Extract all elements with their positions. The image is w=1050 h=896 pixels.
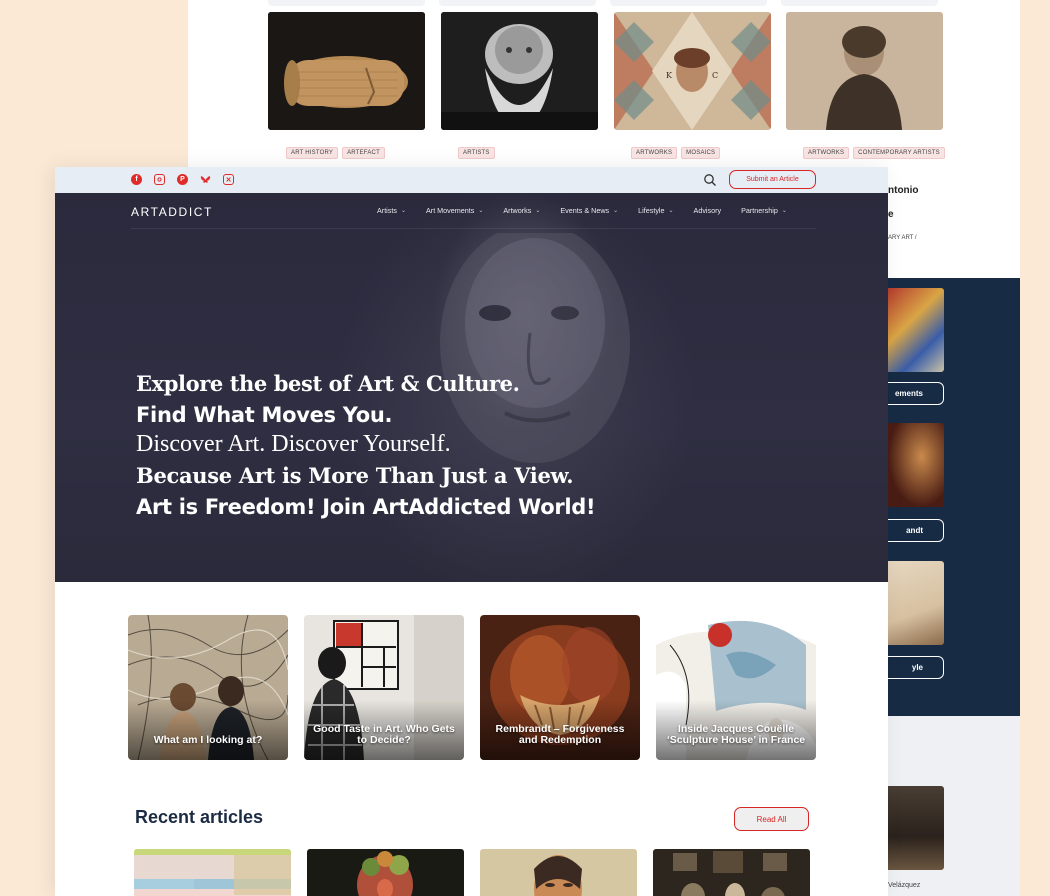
read-all-button[interactable]: Read All — [734, 807, 809, 831]
featured-card[interactable]: Good Taste in Art. Who Gets to Decide? — [304, 615, 464, 760]
bearded-man-photo — [441, 12, 598, 130]
featured-card[interactable]: Rembrandt – Forgiveness and Redemption — [480, 615, 640, 760]
recent-articles-list — [134, 849, 810, 896]
submit-article-button[interactable]: Submit an Article — [729, 170, 816, 189]
chevron-down-icon: ⌄ — [668, 208, 674, 214]
bluesky-icon[interactable] — [200, 174, 211, 185]
nav-item-label: Artworks — [503, 206, 532, 215]
recent-article-card[interactable] — [480, 849, 637, 896]
card-overlay — [128, 700, 288, 760]
chevron-down-icon: ⌄ — [781, 208, 787, 214]
nav-item-artists[interactable]: Artists ⌄ — [377, 206, 406, 215]
main-nav: Artists ⌄ Art Movements ⌄ Artworks ⌄ Events… — [377, 206, 787, 215]
background-tags-1: ART HISTORY ARTEFACT — [286, 147, 385, 159]
svg-text:C: C — [712, 71, 718, 80]
rembrandt-thumbnail — [888, 423, 944, 507]
tag[interactable]: ARTEFACT — [342, 147, 385, 159]
recent-article-card[interactable] — [653, 849, 810, 896]
abstract-painting-image — [134, 855, 291, 895]
nav-item-label: Artists — [377, 206, 397, 215]
nav-item-label: Advisory — [693, 206, 722, 215]
pinterest-icon[interactable]: P — [177, 174, 188, 185]
instagram-icon[interactable] — [154, 174, 165, 185]
nav-item-advisory[interactable]: Advisory — [694, 206, 722, 215]
site-logo[interactable]: ARTADDICT — [131, 205, 213, 219]
chevron-down-icon: ⌄ — [535, 208, 541, 214]
rembrandt-button-label: andt — [906, 526, 923, 535]
tag[interactable]: ARTWORKS — [803, 147, 850, 159]
hero-headlines: Explore the best of Art & Culture. Find … — [136, 371, 596, 519]
cylinder-artefact-image — [268, 12, 425, 130]
nav-item-partnership[interactable]: Partnership ⌄ — [741, 206, 787, 215]
nav-item-label: Events & News — [560, 206, 610, 215]
featured-card[interactable]: What am I looking at? — [128, 615, 288, 760]
background-partial-meta: ARY ART / — [888, 235, 917, 241]
background-card-mosaic[interactable]: K C — [614, 12, 771, 130]
nav-item-label: Art Movements — [426, 206, 475, 215]
background-card-cylinder[interactable] — [268, 12, 425, 130]
featured-card[interactable]: Inside Jacques Couëlle ‘Sculpture House’… — [656, 615, 816, 760]
featured-card-title: Good Taste in Art. Who Gets to Decide? — [313, 723, 455, 746]
hero-line: Because Art is More Than Just a View. — [136, 463, 574, 488]
velazquez-caption: Velázquez — [888, 882, 921, 889]
search-icon[interactable] — [703, 173, 717, 187]
top-bar: f P ✕ Submit an Article — [55, 167, 888, 193]
art-movements-button-label: ements — [894, 389, 923, 398]
chevron-down-icon: ⌄ — [478, 208, 484, 214]
hero-line: Find What Moves You. — [136, 403, 393, 427]
velazquez-thumbnail — [888, 786, 944, 870]
chevron-down-icon: ⌄ — [613, 208, 619, 214]
svg-text:K: K — [666, 71, 673, 80]
nav-item-label: Partnership — [741, 206, 778, 215]
tag[interactable]: CONTEMPORARY ARTISTS — [853, 147, 945, 159]
background-top-strip — [268, 0, 948, 8]
las-meninas-image — [673, 851, 787, 896]
recent-articles-heading: Recent articles — [135, 807, 264, 827]
background-tags-3: ARTWORKS MOSAICS — [631, 147, 721, 159]
front-window: f P ✕ Submit an Article ARTADDICT Artist… — [55, 167, 888, 896]
tag[interactable]: ARTWORKS — [631, 147, 678, 159]
nav-item-lifestyle[interactable]: Lifestyle ⌄ — [638, 206, 673, 215]
background-partial-title-2: e — [888, 209, 894, 220]
background-card-portrait[interactable] — [441, 12, 598, 130]
x-icon[interactable]: ✕ — [223, 174, 234, 185]
lifestyle-thumbnail — [888, 561, 944, 645]
tag[interactable]: ARTISTS — [458, 147, 495, 159]
tag[interactable]: MOSAICS — [681, 147, 721, 159]
arcimboldo-painting-image — [357, 851, 413, 896]
background-tags-2: ARTISTS — [458, 147, 495, 159]
background-card-girl[interactable] — [786, 12, 943, 130]
chevron-down-icon: ⌄ — [400, 208, 406, 214]
modigliani-painting-image — [534, 855, 582, 896]
hero-line: Art is Freedom! Join ArtAddicted World! — [136, 495, 596, 519]
facebook-icon[interactable]: f — [131, 174, 142, 185]
tag[interactable]: ART HISTORY — [286, 147, 339, 159]
featured-card-title: What am I looking at? — [153, 734, 263, 746]
recent-article-card[interactable] — [307, 849, 464, 896]
mosaic-image: K C — [614, 12, 771, 130]
hero-line: Discover Art. Discover Yourself. — [136, 431, 451, 457]
hero-line: Explore the best of Art & Culture. — [136, 371, 520, 396]
nav-item-label: Lifestyle — [638, 206, 665, 215]
art-movements-thumbnail — [888, 288, 944, 372]
background-partial-title: ntonio — [888, 185, 919, 196]
featured-cards: What am I looking at? Good Taste in Art.… — [128, 615, 816, 760]
nav-item-art-movements[interactable]: Art Movements ⌄ — [426, 206, 483, 215]
lifestyle-button-label: yle — [911, 663, 923, 672]
featured-card-title: Rembrandt – Forgiveness and Redemption — [495, 723, 625, 746]
background-tags-4: ARTWORKS CONTEMPORARY ARTISTS — [803, 147, 945, 159]
nav-item-events-news[interactable]: Events & News ⌄ — [560, 206, 618, 215]
featured-card-title: Inside Jacques Couëlle ‘Sculpture House’… — [666, 723, 806, 746]
recent-article-card[interactable] — [134, 849, 291, 896]
hero-banner: ARTADDICT Artists ⌄ Art Movements ⌄ Artwor… — [55, 193, 888, 582]
vintage-girl-photo — [786, 12, 943, 130]
nav-item-artworks[interactable]: Artworks ⌄ — [503, 206, 540, 215]
header-divider — [131, 228, 816, 229]
